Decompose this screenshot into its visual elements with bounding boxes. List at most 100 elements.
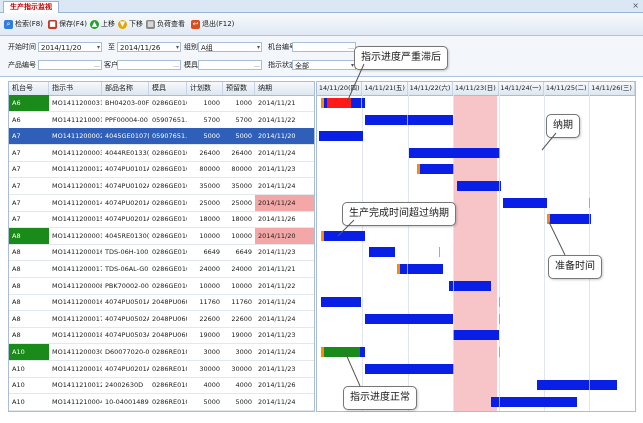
- gantt-task-bar[interactable]: [321, 230, 365, 241]
- due-date-tick: [499, 396, 500, 407]
- gantt-task-bar[interactable]: [397, 264, 443, 274]
- col-due[interactable]: 纳期: [255, 82, 314, 95]
- end-time-input[interactable]: 2014/11/26 ▾: [117, 42, 181, 52]
- load-icon: ▦: [146, 19, 155, 29]
- col-plan[interactable]: 计划数: [187, 82, 223, 95]
- load-view-button[interactable]: ▦ 负荷查看: [146, 17, 185, 31]
- cell-part: TDS-06H-1001X: [105, 248, 149, 257]
- table-row[interactable]: A7 MO14112000124074PU0101A...0286GE0104 80…: [9, 161, 314, 179]
- cell-order: MO1411200014: [52, 198, 102, 207]
- table-row[interactable]: A7 MO14112000034044RE0133(...0286GE0104 26…: [9, 145, 314, 162]
- table-row[interactable]: A10MO1411200030D60077020-010286RE0103 300…: [9, 344, 314, 361]
- table-row[interactable]: A6 MO1411210001PPF00004-00 05907651... 5700…: [9, 112, 314, 129]
- gantt-task-bar[interactable]: [321, 347, 365, 357]
- gantt-chart: 14/11/20(四) 14/11/21(五) 14/11/22(六) 14/11/2…: [316, 81, 636, 412]
- table-row[interactable]: A7 MO14112000134074PU0102A...0286GE0104 35…: [9, 178, 314, 195]
- due-date-tick: [589, 214, 590, 225]
- cell-order: MO1411200018: [52, 331, 102, 340]
- table-row[interactable]: A10 MO141121001224002630D 0286RE0107 4000 40…: [9, 377, 314, 395]
- save-button[interactable]: ■ 保存(F4): [48, 17, 87, 31]
- col-order[interactable]: 指示书: [49, 82, 102, 95]
- arrow-down-icon: ▼: [118, 19, 127, 29]
- cell-plan: 10000: [199, 281, 220, 290]
- gantt-day-gridline: [498, 95, 500, 411]
- cell-reserve: 30000: [231, 364, 252, 373]
- cell-order: MO1411200016: [52, 298, 102, 307]
- col-mold[interactable]: 模具: [149, 82, 187, 95]
- gantt-task-bar[interactable]: [417, 164, 453, 175]
- cell-reserve: 1000: [235, 99, 252, 107]
- cell-machine: A8: [12, 331, 21, 340]
- cell-order: MO1411200008: [52, 281, 102, 290]
- due-date-tick: [321, 230, 322, 241]
- group-select[interactable]: A组 ▾: [198, 42, 262, 52]
- gantt-day-header: 14/11/26(三): [589, 82, 635, 95]
- cell-part: 24002630D: [105, 381, 144, 390]
- table-row[interactable]: A7 MO14112000024045GE0107(...05907651... 5…: [9, 128, 314, 146]
- cell-order: MO1411210004: [52, 397, 102, 406]
- customer-input[interactable]: …: [117, 60, 181, 70]
- move-up-button[interactable]: ▲ 上移: [90, 17, 115, 31]
- table-row[interactable]: A8 MO1411200017TDS-06AL-G0...0286GE0107 24…: [9, 261, 314, 278]
- col-reserve[interactable]: 预留数: [223, 82, 255, 95]
- table-row[interactable]: A7 MO14112000154074PU0201A...0286GE0104 18…: [9, 211, 314, 229]
- gantt-task-bar[interactable]: [457, 181, 501, 191]
- gantt-task-bar[interactable]: [453, 330, 499, 341]
- due-date-tick: [589, 197, 590, 208]
- col-part[interactable]: 部品名称: [102, 82, 149, 95]
- table-row[interactable]: A8 MO14112000174074PU0502A...2048PU0605 22…: [9, 311, 314, 328]
- cell-machine: A7: [12, 215, 21, 224]
- gantt-task-bar[interactable]: [365, 363, 453, 374]
- table-row[interactable]: A8 MO1411200016TDS-06H-1001X0286GE0105 664…: [9, 244, 314, 262]
- status-select[interactable]: 全部 ▾: [292, 60, 356, 70]
- move-down-button[interactable]: ▼ 下移: [118, 17, 143, 31]
- tab-production-monitor[interactable]: 生产指示监视: [3, 1, 59, 13]
- table-row[interactable]: A8 MO14112000184074PU0503A...2048PU0605 19…: [9, 327, 314, 345]
- gantt-task-bar[interactable]: [537, 380, 617, 391]
- table-row[interactable]: A8 MO1411200008PBK70002-000286GE0105 10000…: [9, 278, 314, 295]
- gantt-task-bar[interactable]: [321, 297, 361, 308]
- cell-due: 2014/11/24: [258, 397, 296, 406]
- cell-reserve: 18000: [231, 215, 252, 224]
- exit-button[interactable]: ↩ 退出(F12): [191, 17, 234, 31]
- cell-reserve: 3000: [235, 348, 252, 356]
- mold-input[interactable]: …: [198, 60, 262, 70]
- cell-reserve: 5700: [235, 115, 252, 124]
- table-row[interactable]: A6MO1411200031BH04203-00F0286GE0107 1000 1…: [9, 95, 314, 112]
- gantt-task-bar[interactable]: [319, 131, 363, 142]
- gantt-day-header: 14/11/22(六): [408, 82, 454, 95]
- group-label: 组别: [184, 43, 198, 51]
- gantt-task-bar[interactable]: [365, 313, 453, 324]
- gantt-task-bar[interactable]: [491, 396, 577, 407]
- table-row[interactable]: A10 MO14112000104074PU0201A...0286RE0107 3…: [9, 361, 314, 378]
- chevron-down-icon: ▾: [256, 44, 260, 51]
- cell-plan: 26400: [199, 148, 220, 157]
- cell-plan: 25000: [199, 198, 220, 207]
- cell-plan: 5000: [203, 132, 220, 141]
- gantt-task-bar[interactable]: [365, 114, 453, 125]
- col-machine[interactable]: 机台号: [9, 82, 49, 95]
- cell-machine: A6: [9, 95, 49, 111]
- gantt-task-bar[interactable]: [547, 214, 591, 225]
- gantt-task-bar[interactable]: [369, 247, 395, 258]
- prep-segment: [547, 214, 550, 225]
- cell-mold: 0286GE0104: [152, 182, 187, 190]
- gantt-task-bar[interactable]: [449, 280, 491, 291]
- table-row[interactable]: A8MO14112000014045RE0130(...0286GE0105 10…: [9, 227, 314, 245]
- cell-reserve: 11760: [231, 298, 252, 307]
- gantt-day-gridline: [544, 95, 545, 411]
- cell-mold: 2048PU0605: [152, 298, 187, 307]
- search-button[interactable]: ⌕ 检索(F8): [4, 17, 43, 31]
- machine-input[interactable]: …: [292, 42, 356, 52]
- product-input[interactable]: …: [38, 60, 102, 70]
- gantt-task-bar[interactable]: [503, 197, 547, 208]
- gantt-task-bar[interactable]: [321, 98, 365, 108]
- gantt-task-bar[interactable]: [409, 147, 499, 158]
- cell-reserve: 5000: [235, 397, 252, 406]
- table-row[interactable]: A8 MO14112000164074PU0501A...2048PU0605 11…: [9, 294, 314, 312]
- start-time-input[interactable]: 2014/11/20 ▾: [38, 42, 102, 52]
- table-row[interactable]: A7 MO14112000144074PU0201A...0286GE0104 25…: [9, 194, 314, 212]
- table-row[interactable]: A10 MO141121000410-040014890286RE0103 5000…: [9, 394, 314, 411]
- gantt-day-header: 14/11/24(一): [499, 82, 544, 95]
- close-icon[interactable]: ×: [632, 0, 639, 11]
